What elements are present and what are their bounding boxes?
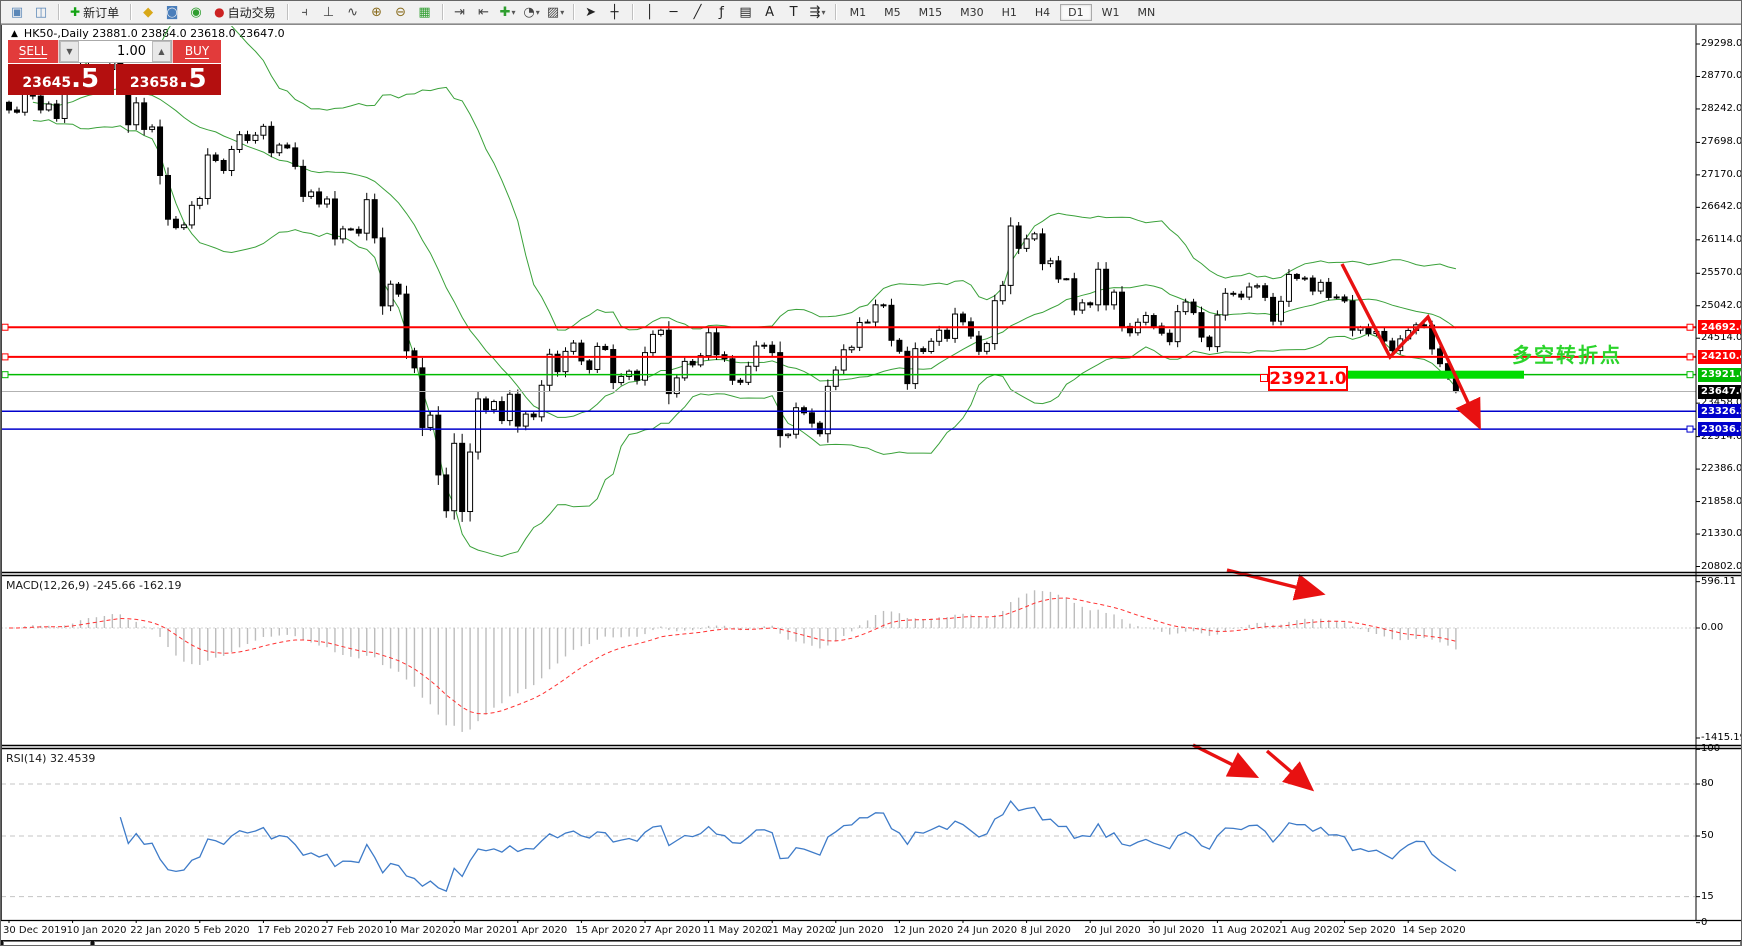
rsi-trend-arrow xyxy=(1193,745,1253,775)
macd-axis-label: 0.00 xyxy=(1701,622,1723,633)
date-label: 20 Mar 2020 xyxy=(448,925,511,936)
date-label: 30 Dec 2019 xyxy=(3,925,67,936)
price-tick-label: 27170.0 xyxy=(1701,169,1742,180)
price-trend-arrow xyxy=(1342,264,1478,424)
buy-price-display[interactable]: 23658.5 xyxy=(116,64,222,95)
sell-button[interactable]: SELL xyxy=(8,40,59,63)
price-tick-label: 21330.0 xyxy=(1701,528,1742,539)
date-label: 22 Jan 2020 xyxy=(130,925,190,936)
price-tick-label: 26642.0 xyxy=(1701,201,1742,212)
price-tick-label: 25570.0 xyxy=(1701,267,1742,278)
volume-increase-button[interactable]: ▲ xyxy=(152,41,171,62)
hline-handle xyxy=(1687,426,1693,432)
date-label: 15 Apr 2020 xyxy=(575,925,637,936)
date-label: 27 Feb 2020 xyxy=(321,925,383,936)
rsi-axis-label: 100 xyxy=(1701,743,1720,754)
macd-trend-arrow xyxy=(1227,570,1319,593)
date-label: 2 Jun 2020 xyxy=(830,925,884,936)
date-label: 24 Jun 2020 xyxy=(957,925,1017,936)
price-tick-label: 28242.0 xyxy=(1701,103,1742,114)
date-label: 12 Jun 2020 xyxy=(893,925,953,936)
chinese-annotation-text: 多空转折点 xyxy=(1512,339,1622,368)
bottom-edge-box-left xyxy=(3,941,91,946)
date-label: 21 May 2020 xyxy=(766,925,831,936)
macd-pane xyxy=(1,590,1696,732)
price-line-badge: 24692.6 xyxy=(1698,320,1742,334)
mt4-terminal-window: ▣◫✚新订单◆◙◉●自动交易⫞⊥∿⊕⊖▦⇥⇤✚▾◔▾▨▾➤┼│─╱ƒ▤AT⇶▾M… xyxy=(0,0,1742,946)
rsi-axis-label: 0 xyxy=(1701,917,1707,928)
price-tick-label: 25042.0 xyxy=(1701,300,1742,311)
price-tick-label: 21858.0 xyxy=(1701,496,1742,507)
price-tick-label: 29298.0 xyxy=(1701,38,1742,49)
rsi-axis-label: 50 xyxy=(1701,830,1714,841)
macd-indicator-label: MACD(12,26,9) -245.66 -162.19 xyxy=(6,579,181,592)
rsi-pane xyxy=(1,784,1696,897)
rsi-indicator-label: RSI(14) 32.4539 xyxy=(6,752,95,765)
volume-decrease-button[interactable]: ▼ xyxy=(60,41,79,62)
sell-price-display[interactable]: 23645.5 xyxy=(8,64,114,95)
hline-handle xyxy=(2,324,8,330)
date-label: 11 May 2020 xyxy=(703,925,768,936)
rsi-axis-label: 15 xyxy=(1701,891,1714,902)
date-label: 30 Jul 2020 xyxy=(1148,925,1205,936)
date-label: 1 Apr 2020 xyxy=(512,925,567,936)
price-tick-label: 27698.0 xyxy=(1701,136,1742,147)
chart-canvas[interactable] xyxy=(1,1,1742,946)
date-label: 10 Jan 2020 xyxy=(67,925,127,936)
callout-anchor-handle xyxy=(1260,374,1268,382)
date-label: 20 Jul 2020 xyxy=(1084,925,1141,936)
volume-spinner: ▼ 1.00 ▲ xyxy=(59,40,172,63)
rsi-axis-label: 80 xyxy=(1701,778,1714,789)
price-callout-box[interactable]: 23921.0 xyxy=(1268,366,1348,391)
support-zone-bar xyxy=(1348,371,1524,379)
macd-axis-label: -1415.19 xyxy=(1701,732,1742,743)
price-tick-label: 20802.0 xyxy=(1701,561,1742,572)
date-label: 5 Feb 2020 xyxy=(194,925,250,936)
buy-button[interactable]: BUY xyxy=(172,40,221,63)
date-label: 17 Feb 2020 xyxy=(257,925,319,936)
rsi-trend-arrow xyxy=(1267,751,1309,787)
hline-handle xyxy=(2,354,8,360)
volume-input[interactable]: 1.00 xyxy=(79,41,152,62)
price-line-badge: 23036.8 xyxy=(1698,422,1742,436)
price-tick-label: 22386.0 xyxy=(1701,463,1742,474)
date-label: 27 Apr 2020 xyxy=(639,925,701,936)
price-tick-label: 26114.0 xyxy=(1701,234,1742,245)
hline-handle xyxy=(1687,324,1693,330)
one-click-trade-panel: SELL ▼ 1.00 ▲ BUY 23645.5 23658.5 xyxy=(8,40,221,95)
price-line-badge: 24210.4 xyxy=(1698,350,1742,364)
hline-handle xyxy=(2,372,8,378)
date-label: 11 Aug 2020 xyxy=(1211,925,1275,936)
bottom-window-edge xyxy=(1,940,1742,946)
macd-axis-label: 596.11 xyxy=(1701,576,1736,587)
price-line-badge: 23921.0 xyxy=(1698,368,1742,382)
date-label: 8 Jul 2020 xyxy=(1021,925,1071,936)
hline-handle xyxy=(1687,354,1693,360)
price-line-badge: 23647.0 xyxy=(1698,385,1742,399)
date-label: 10 Mar 2020 xyxy=(385,925,448,936)
price-tick-label: 28770.0 xyxy=(1701,70,1742,81)
bollinger-bands xyxy=(33,12,1456,557)
date-label: 21 Aug 2020 xyxy=(1275,925,1339,936)
price-line-badge: 23326.2 xyxy=(1698,404,1742,418)
date-label: 2 Sep 2020 xyxy=(1339,925,1396,936)
bottom-edge-box-right xyxy=(94,941,1741,946)
hline-handle xyxy=(1687,372,1693,378)
date-label: 14 Sep 2020 xyxy=(1402,925,1465,936)
candles-layer xyxy=(7,54,1459,522)
